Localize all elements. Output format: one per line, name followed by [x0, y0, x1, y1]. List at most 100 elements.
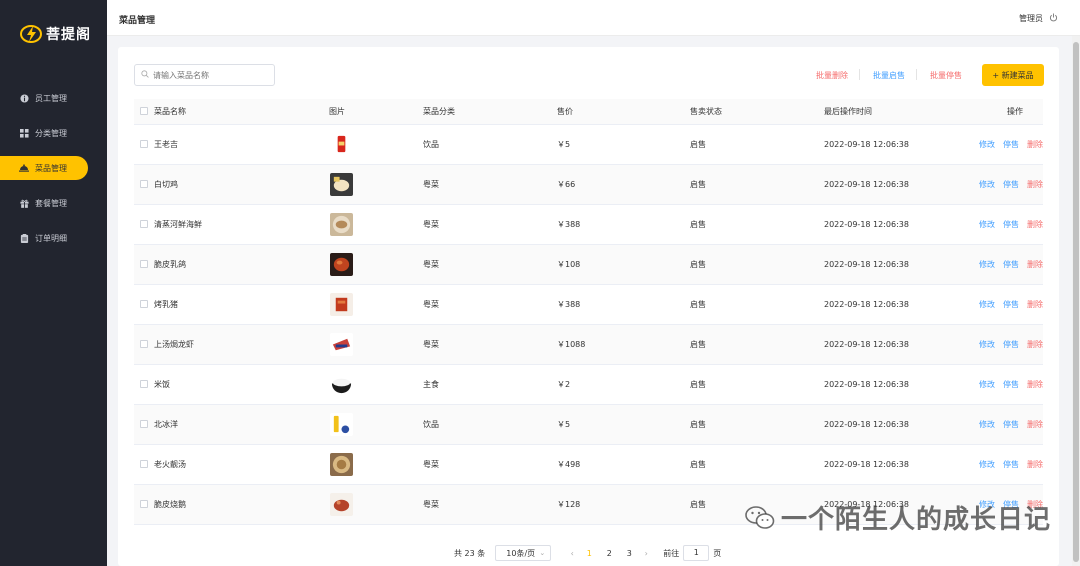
row-actions: 修改 停售 删除 [948, 379, 1043, 390]
dish-status: 启售 [690, 420, 706, 429]
edit-button[interactable]: 修改 [979, 179, 995, 190]
page-size-select[interactable]: 10条/页 ⌄ [495, 545, 552, 561]
prev-page-button[interactable]: ‹ [565, 549, 579, 558]
row-select-cell [134, 179, 154, 190]
steamed-fish-icon [330, 213, 353, 236]
new-dish-button[interactable]: + 新建菜品 [982, 64, 1044, 86]
sidebar-item-combos[interactable]: 套餐管理 [0, 191, 107, 215]
delete-button[interactable]: 删除 [1027, 179, 1043, 190]
soup-icon [330, 453, 353, 476]
row-checkbox[interactable] [140, 499, 148, 508]
edit-button[interactable]: 修改 [979, 419, 995, 430]
power-icon[interactable] [1049, 13, 1058, 24]
delete-button[interactable]: 删除 [1027, 459, 1043, 470]
top-header: 菜品管理 管理员 [107, 0, 1080, 36]
sidebar-item-employees[interactable]: 员工管理 [0, 86, 107, 110]
brand-logo[interactable]: 菩提阁 [20, 24, 91, 44]
scrollbar-thumb[interactable] [1073, 42, 1079, 562]
toggle-sale-button[interactable]: 停售 [1003, 179, 1019, 190]
row-checkbox[interactable] [140, 219, 148, 228]
toggle-sale-button[interactable]: 停售 [1003, 219, 1019, 230]
search-box[interactable] [134, 64, 275, 86]
header-status: 售卖状态 [690, 107, 722, 116]
page-number-2[interactable]: 2 [599, 549, 619, 558]
table-header: 菜品名称 图片 菜品分类 售价 售卖状态 最后操作时间 操作 [134, 99, 1043, 125]
sidebar-item-label: 员工管理 [35, 93, 67, 103]
dish-updated-time: 2022-09-18 12:06:38 [824, 220, 909, 229]
delete-button[interactable]: 删除 [1027, 419, 1043, 430]
toggle-sale-button[interactable]: 停售 [1003, 459, 1019, 470]
dish-updated-time: 2022-09-18 12:06:38 [824, 300, 909, 309]
toggle-sale-button[interactable]: 停售 [1003, 299, 1019, 310]
row-checkbox[interactable] [140, 459, 148, 468]
sidebar-item-categories[interactable]: 分类管理 [0, 121, 107, 145]
next-page-button[interactable]: › [639, 549, 653, 558]
page-scrollbar[interactable] [1072, 36, 1080, 566]
dish-name: 白切鸡 [154, 180, 178, 189]
goto-page-input[interactable]: 1 [683, 545, 710, 561]
delete-button[interactable]: 删除 [1027, 259, 1043, 270]
pagination-total: 共 23 条 [454, 548, 486, 558]
page-number-1[interactable]: 1 [579, 549, 599, 558]
user-menu[interactable]: 管理员 [1019, 13, 1058, 24]
batch-delete-button[interactable]: 批量删除 [816, 70, 848, 81]
dish-updated-time: 2022-09-18 12:06:38 [824, 180, 909, 189]
row-checkbox[interactable] [140, 259, 148, 268]
chevron-down-icon: ⌄ [539, 549, 546, 557]
dish-price: ￥1088 [557, 340, 586, 349]
dish-category: 饮品 [423, 420, 439, 429]
select-all-checkbox[interactable] [140, 106, 148, 115]
delete-button[interactable]: 删除 [1027, 219, 1043, 230]
delete-button[interactable]: 删除 [1027, 339, 1043, 350]
dish-cover-icon [19, 163, 29, 173]
toggle-sale-button[interactable]: 停售 [1003, 139, 1019, 150]
sidebar-item-orders[interactable]: 订单明细 [0, 226, 107, 250]
edit-button[interactable]: 修改 [979, 219, 995, 230]
dish-status: 启售 [690, 460, 706, 469]
row-checkbox[interactable] [140, 299, 148, 308]
dish-category: 饮品 [423, 140, 439, 149]
edit-button[interactable]: 修改 [979, 139, 995, 150]
table-row: 米饭 主食 ￥2 启售 2022-09-18 12:06:38 修改 停售 删除 [134, 365, 1043, 405]
edit-button[interactable]: 修改 [979, 299, 995, 310]
edit-button[interactable]: 修改 [979, 339, 995, 350]
delete-button[interactable]: 删除 [1027, 139, 1043, 150]
batch-disable-button[interactable]: 批量停售 [930, 70, 962, 81]
dish-category: 粤菜 [423, 500, 439, 509]
dish-updated-time: 2022-09-18 12:06:38 [824, 340, 909, 349]
row-checkbox[interactable] [140, 179, 148, 188]
edit-button[interactable]: 修改 [979, 459, 995, 470]
sidebar-item-label: 分类管理 [35, 128, 67, 138]
rice-bowl-icon [330, 373, 353, 396]
row-actions: 修改 停售 删除 [948, 419, 1043, 430]
row-checkbox[interactable] [140, 379, 148, 388]
row-checkbox[interactable] [140, 419, 148, 428]
sidebar-item-label: 订单明细 [35, 233, 67, 243]
toggle-sale-button[interactable]: 停售 [1003, 339, 1019, 350]
sidebar-item-dishes[interactable]: 菜品管理 [0, 156, 88, 180]
row-select-cell [134, 419, 154, 430]
edit-button[interactable]: 修改 [979, 379, 995, 390]
header-time: 最后操作时间 [824, 107, 872, 116]
row-checkbox[interactable] [140, 139, 148, 148]
delete-button[interactable]: 删除 [1027, 379, 1043, 390]
dish-category: 粤菜 [423, 220, 439, 229]
dish-name: 上汤焗龙虾 [154, 340, 194, 349]
dish-name: 烤乳猪 [154, 300, 178, 309]
dish-image-cell [325, 253, 423, 276]
toggle-sale-button[interactable]: 停售 [1003, 259, 1019, 270]
table-row: 上汤焗龙虾 粤菜 ￥1088 启售 2022-09-18 12:06:38 修改 停售 删除 [134, 325, 1043, 365]
row-actions: 修改 停售 删除 [948, 339, 1043, 350]
row-actions: 修改 停售 删除 [948, 179, 1043, 190]
dish-updated-time: 2022-09-18 12:06:38 [824, 260, 909, 269]
row-checkbox[interactable] [140, 339, 148, 348]
watermark: 一个陌生人的成长日记 [745, 499, 1051, 536]
batch-enable-button[interactable]: 批量启售 [873, 70, 905, 81]
delete-button[interactable]: 删除 [1027, 299, 1043, 310]
search-input[interactable] [153, 70, 263, 80]
toggle-sale-button[interactable]: 停售 [1003, 419, 1019, 430]
page-jump: 前往 1 页 [663, 545, 721, 561]
toggle-sale-button[interactable]: 停售 [1003, 379, 1019, 390]
page-number-3[interactable]: 3 [619, 549, 639, 558]
edit-button[interactable]: 修改 [979, 259, 995, 270]
